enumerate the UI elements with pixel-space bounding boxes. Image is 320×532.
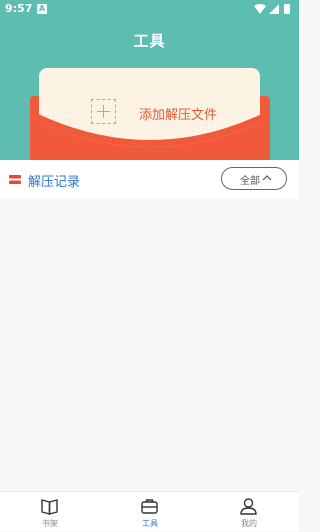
status-bar: 9:57 A <box>0 0 299 18</box>
tab-bar: 书架 工具 我的 <box>0 491 299 531</box>
tab-tools[interactable]: 工具 <box>100 492 200 532</box>
tab-label: 我的 <box>241 519 257 528</box>
person-icon <box>240 498 257 515</box>
tab-bookshelf[interactable]: 书架 <box>0 492 100 532</box>
battery-icon <box>284 4 290 14</box>
a-icon: A <box>37 4 47 14</box>
header: 9:57 A 工具 添加解压文件 <box>0 0 299 160</box>
wifi-icon <box>254 4 266 14</box>
book-icon <box>41 499 58 515</box>
filter-label: 全部 <box>240 176 260 187</box>
filter-button[interactable]: 全部 <box>221 167 287 190</box>
status-icons <box>254 4 290 14</box>
tab-label: 书架 <box>42 519 58 528</box>
signal-icon <box>269 4 279 14</box>
chevron-up-icon <box>262 175 272 181</box>
records-title: 解压记录 <box>28 175 81 190</box>
envelope-front <box>0 110 299 160</box>
records-icon <box>9 175 21 184</box>
toolbox-icon <box>141 499 158 514</box>
status-time: 9:57 <box>5 2 33 15</box>
page-title: 工具 <box>133 32 166 50</box>
tab-mine[interactable]: 我的 <box>199 492 299 532</box>
tab-label: 工具 <box>142 519 158 528</box>
